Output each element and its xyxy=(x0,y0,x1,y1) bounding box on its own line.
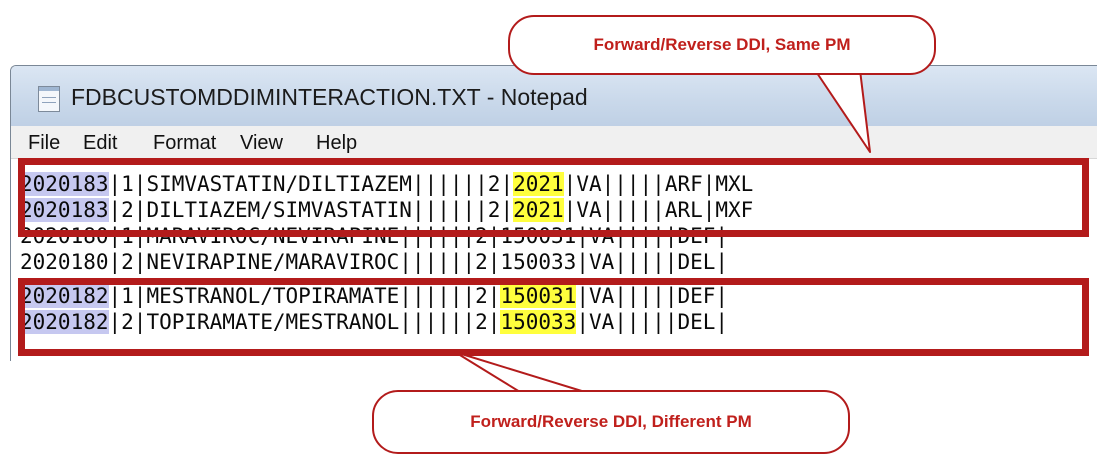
callout-text: Forward/Reverse DDI, Different PM xyxy=(470,412,752,431)
callout-same-pm: Forward/Reverse DDI, Same PM xyxy=(508,15,936,75)
callout-different-pm: Forward/Reverse DDI, Different PM xyxy=(372,390,850,454)
callout-text: Forward/Reverse DDI, Same PM xyxy=(593,35,851,54)
